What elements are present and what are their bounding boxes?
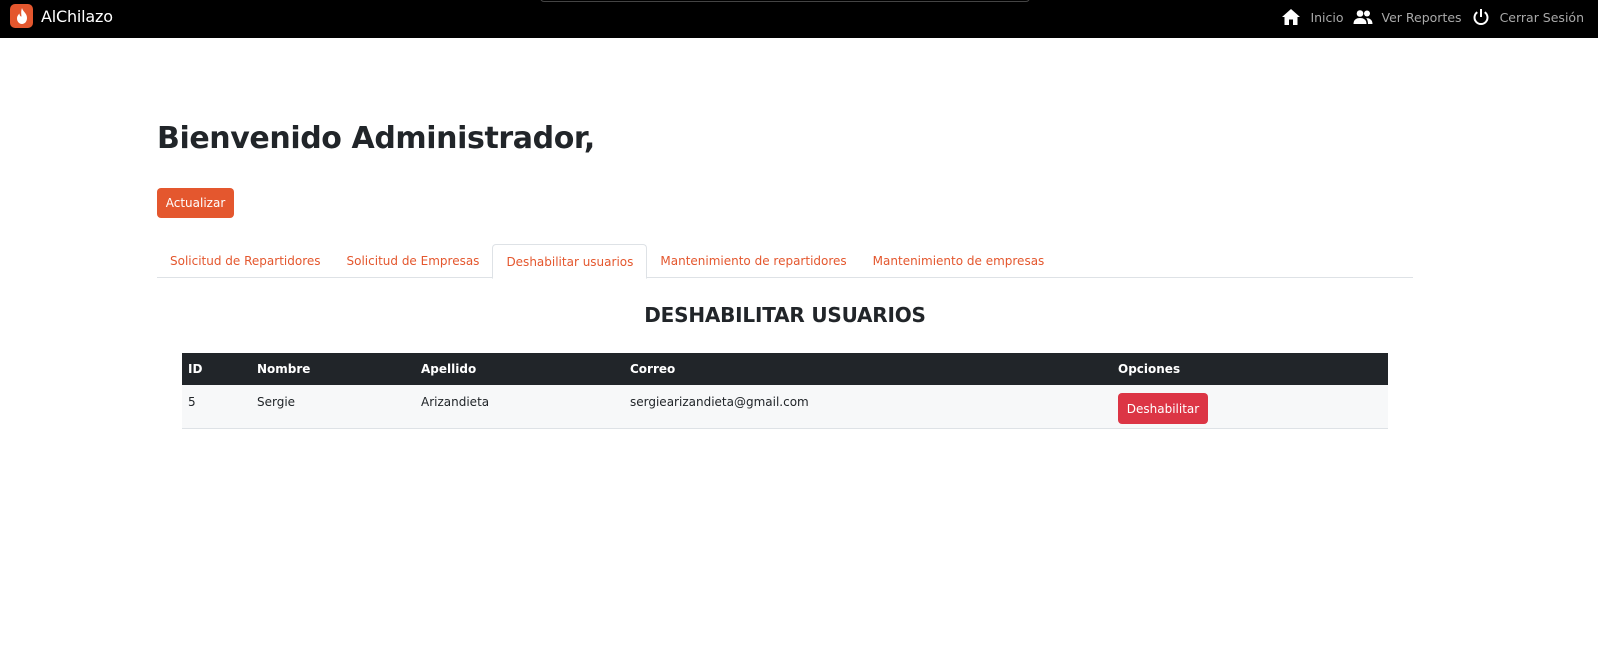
cell-id: 5	[182, 385, 251, 429]
cell-opciones: Deshabilitar	[1112, 385, 1388, 429]
users-icon	[1353, 7, 1373, 27]
tab-solicitud-repartidores[interactable]: Solicitud de Repartidores	[157, 244, 334, 278]
home-icon	[1281, 7, 1301, 27]
cell-correo: sergiearizandieta@gmail.com	[624, 385, 1112, 429]
column-header-opciones: Opciones	[1112, 353, 1388, 385]
column-header-correo: Correo	[624, 353, 1112, 385]
cell-nombre: Sergie	[251, 385, 415, 429]
nav-link-label: Inicio	[1310, 9, 1344, 25]
table-header-row: ID Nombre Apellido Correo Opciones	[182, 353, 1388, 385]
power-icon	[1471, 7, 1491, 27]
column-header-nombre: Nombre	[251, 353, 415, 385]
column-header-id: ID	[182, 353, 251, 385]
top-navbar: AlChilazo Inicio Ver Reportes Cerrar Ses…	[0, 0, 1598, 38]
users-table: ID Nombre Apellido Correo Opciones 5 Ser…	[182, 353, 1388, 429]
table-row: 5 Sergie Arizandieta sergiearizandieta@g…	[182, 385, 1388, 429]
nav-links: Inicio Ver Reportes Cerrar Sesión	[1272, 7, 1584, 27]
nav-link-inicio[interactable]: Inicio	[1281, 7, 1344, 27]
nav-link-ver-reportes[interactable]: Ver Reportes	[1353, 7, 1462, 27]
nav-link-label: Cerrar Sesión	[1499, 9, 1584, 25]
flame-logo-icon	[10, 4, 33, 28]
refresh-button[interactable]: Actualizar	[157, 188, 234, 218]
admin-tabs: Solicitud de Repartidores Solicitud de E…	[157, 244, 1413, 279]
page-title: Bienvenido Administrador,	[157, 121, 595, 156]
tab-mantenimiento-empresas[interactable]: Mantenimiento de empresas	[860, 244, 1058, 278]
tab-solicitud-empresas[interactable]: Solicitud de Empresas	[334, 244, 493, 278]
cell-apellido: Arizandieta	[415, 385, 624, 429]
disable-user-button[interactable]: Deshabilitar	[1118, 393, 1208, 424]
section-title: DESHABILITAR USUARIOS	[644, 303, 926, 327]
column-header-apellido: Apellido	[415, 353, 624, 385]
brand-link[interactable]: AlChilazo	[10, 4, 113, 28]
brand-name: AlChilazo	[41, 6, 113, 26]
search-bar-edge	[540, 0, 1030, 2]
tab-deshabilitar-usuarios[interactable]: Deshabilitar usuarios	[492, 244, 648, 279]
nav-link-cerrar-sesion[interactable]: Cerrar Sesión	[1471, 7, 1584, 27]
tab-mantenimiento-repartidores[interactable]: Mantenimiento de repartidores	[647, 244, 859, 278]
nav-link-label: Ver Reportes	[1381, 9, 1462, 25]
